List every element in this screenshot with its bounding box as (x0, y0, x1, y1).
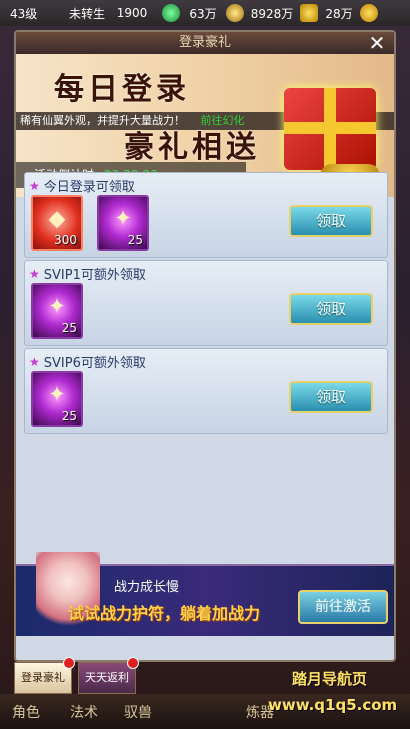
star-icon: ★ (29, 354, 40, 369)
row-label-text: SVIP6可额外领取 (43, 356, 146, 371)
promo-title: 战力成长慢 (114, 580, 180, 595)
item-count: 25 (127, 233, 143, 247)
top-resource-bar: 43级 未转生 1900 63万 8928万 28万 (0, 0, 410, 26)
purple-orb-icon: ✦ (47, 382, 67, 408)
close-icon[interactable]: ✕ (366, 32, 388, 54)
resource-3-value: 28万 (325, 6, 353, 21)
resource-2-value: 8928万 (250, 6, 294, 21)
notification-dot-icon (127, 657, 139, 669)
resource-3[interactable]: 28万 (297, 0, 357, 26)
purple-orb-item[interactable]: ✦ 25 (31, 371, 83, 427)
reward-row-svip6: ★ SVIP6可额外领取 ✦ 25 领取 (24, 348, 388, 434)
rebirth-status: 未转生 (68, 6, 105, 21)
star-icon: ★ (29, 266, 40, 281)
claim-button[interactable]: 领取 (289, 205, 373, 237)
row-label: ★ SVIP6可额外领取 (29, 352, 146, 372)
banner-title-line1: 每日登录 (54, 72, 190, 107)
resource-1-value: 63万 (189, 6, 217, 21)
promo-slogan: 试试战力护符，躺着加战力 (68, 604, 261, 623)
resource-1[interactable]: 63万 (159, 0, 223, 26)
notification-dot-icon (63, 657, 75, 669)
ingot-icon (300, 4, 318, 22)
item-count: 25 (61, 321, 77, 335)
purple-orb-item[interactable]: ✦ 25 (31, 283, 83, 339)
power-value: 1900 (116, 6, 148, 20)
row-label: ★ 今日登录可领取 (29, 176, 135, 196)
row-label-text: 今日登录可领取 (43, 180, 135, 195)
item-count: 300 (54, 233, 77, 247)
purple-orb-icon: ✦ (47, 294, 67, 320)
tab-login-gift[interactable]: 登录豪礼 (14, 657, 75, 694)
gold-ingot-item[interactable]: ◆ 300 (31, 195, 83, 251)
tab-label: 登录豪礼 (21, 671, 65, 684)
reward-row-daily: ★ 今日登录可领取 ◆ 300 ✦ 25 领取 (24, 172, 388, 258)
claim-button[interactable]: 领取 (289, 381, 373, 413)
tab-label: 天天返利 (85, 671, 129, 684)
tab-daily-rebate[interactable]: 天天返利 (78, 657, 139, 694)
item-count: 25 (61, 409, 77, 423)
row-label: ★ SVIP1可额外领取 (29, 264, 146, 284)
watermark-url: www.q1q5.com (268, 696, 398, 714)
reward-row-svip1: ★ SVIP1可额外领取 ✦ 25 领取 (24, 260, 388, 346)
reward-rows: ★ 今日登录可领取 ◆ 300 ✦ 25 领取 ★ SVIP1可额外领取 ✦ 25 (24, 172, 388, 436)
gift-box-icon (284, 88, 376, 170)
star-icon: ★ (29, 178, 40, 193)
login-gift-panel: 登录豪礼 ✕ 每日登录 稀有仙翼外观，并提升大量战力！ 前往幻化 豪礼相送 活动… (14, 30, 396, 662)
activate-button[interactable]: 前往激活 (298, 590, 388, 624)
claim-button[interactable]: 领取 (289, 293, 373, 325)
purple-orb-item[interactable]: ✦ 25 (97, 195, 149, 251)
banner-title-line2: 豪礼相送 (124, 130, 260, 165)
nav-spell[interactable]: 法术 (70, 702, 98, 722)
jade-coin-icon (162, 4, 180, 22)
player-level: 43级 (10, 6, 38, 21)
gold-ingot-icon: ◆ (48, 206, 66, 232)
panel-title: 登录豪礼 (16, 32, 394, 54)
purple-orb-icon: ✦ (113, 206, 133, 232)
power-charm-promo: 战力成长慢 试试战力护符，躺着加战力 前往激活 (16, 552, 394, 636)
row-label-text: SVIP1可额外领取 (43, 268, 146, 283)
resource-2[interactable]: 8928万 (223, 0, 297, 26)
recharge-coin-icon[interactable] (360, 4, 378, 22)
gold-coin-icon (226, 4, 244, 22)
panel-tabs: 登录豪礼 天天返利 (14, 657, 142, 694)
nav-role[interactable]: 角色 (12, 702, 40, 722)
nav-beast[interactable]: 驭兽 (124, 702, 152, 722)
watermark-title: 踏月导航页 (292, 670, 368, 688)
